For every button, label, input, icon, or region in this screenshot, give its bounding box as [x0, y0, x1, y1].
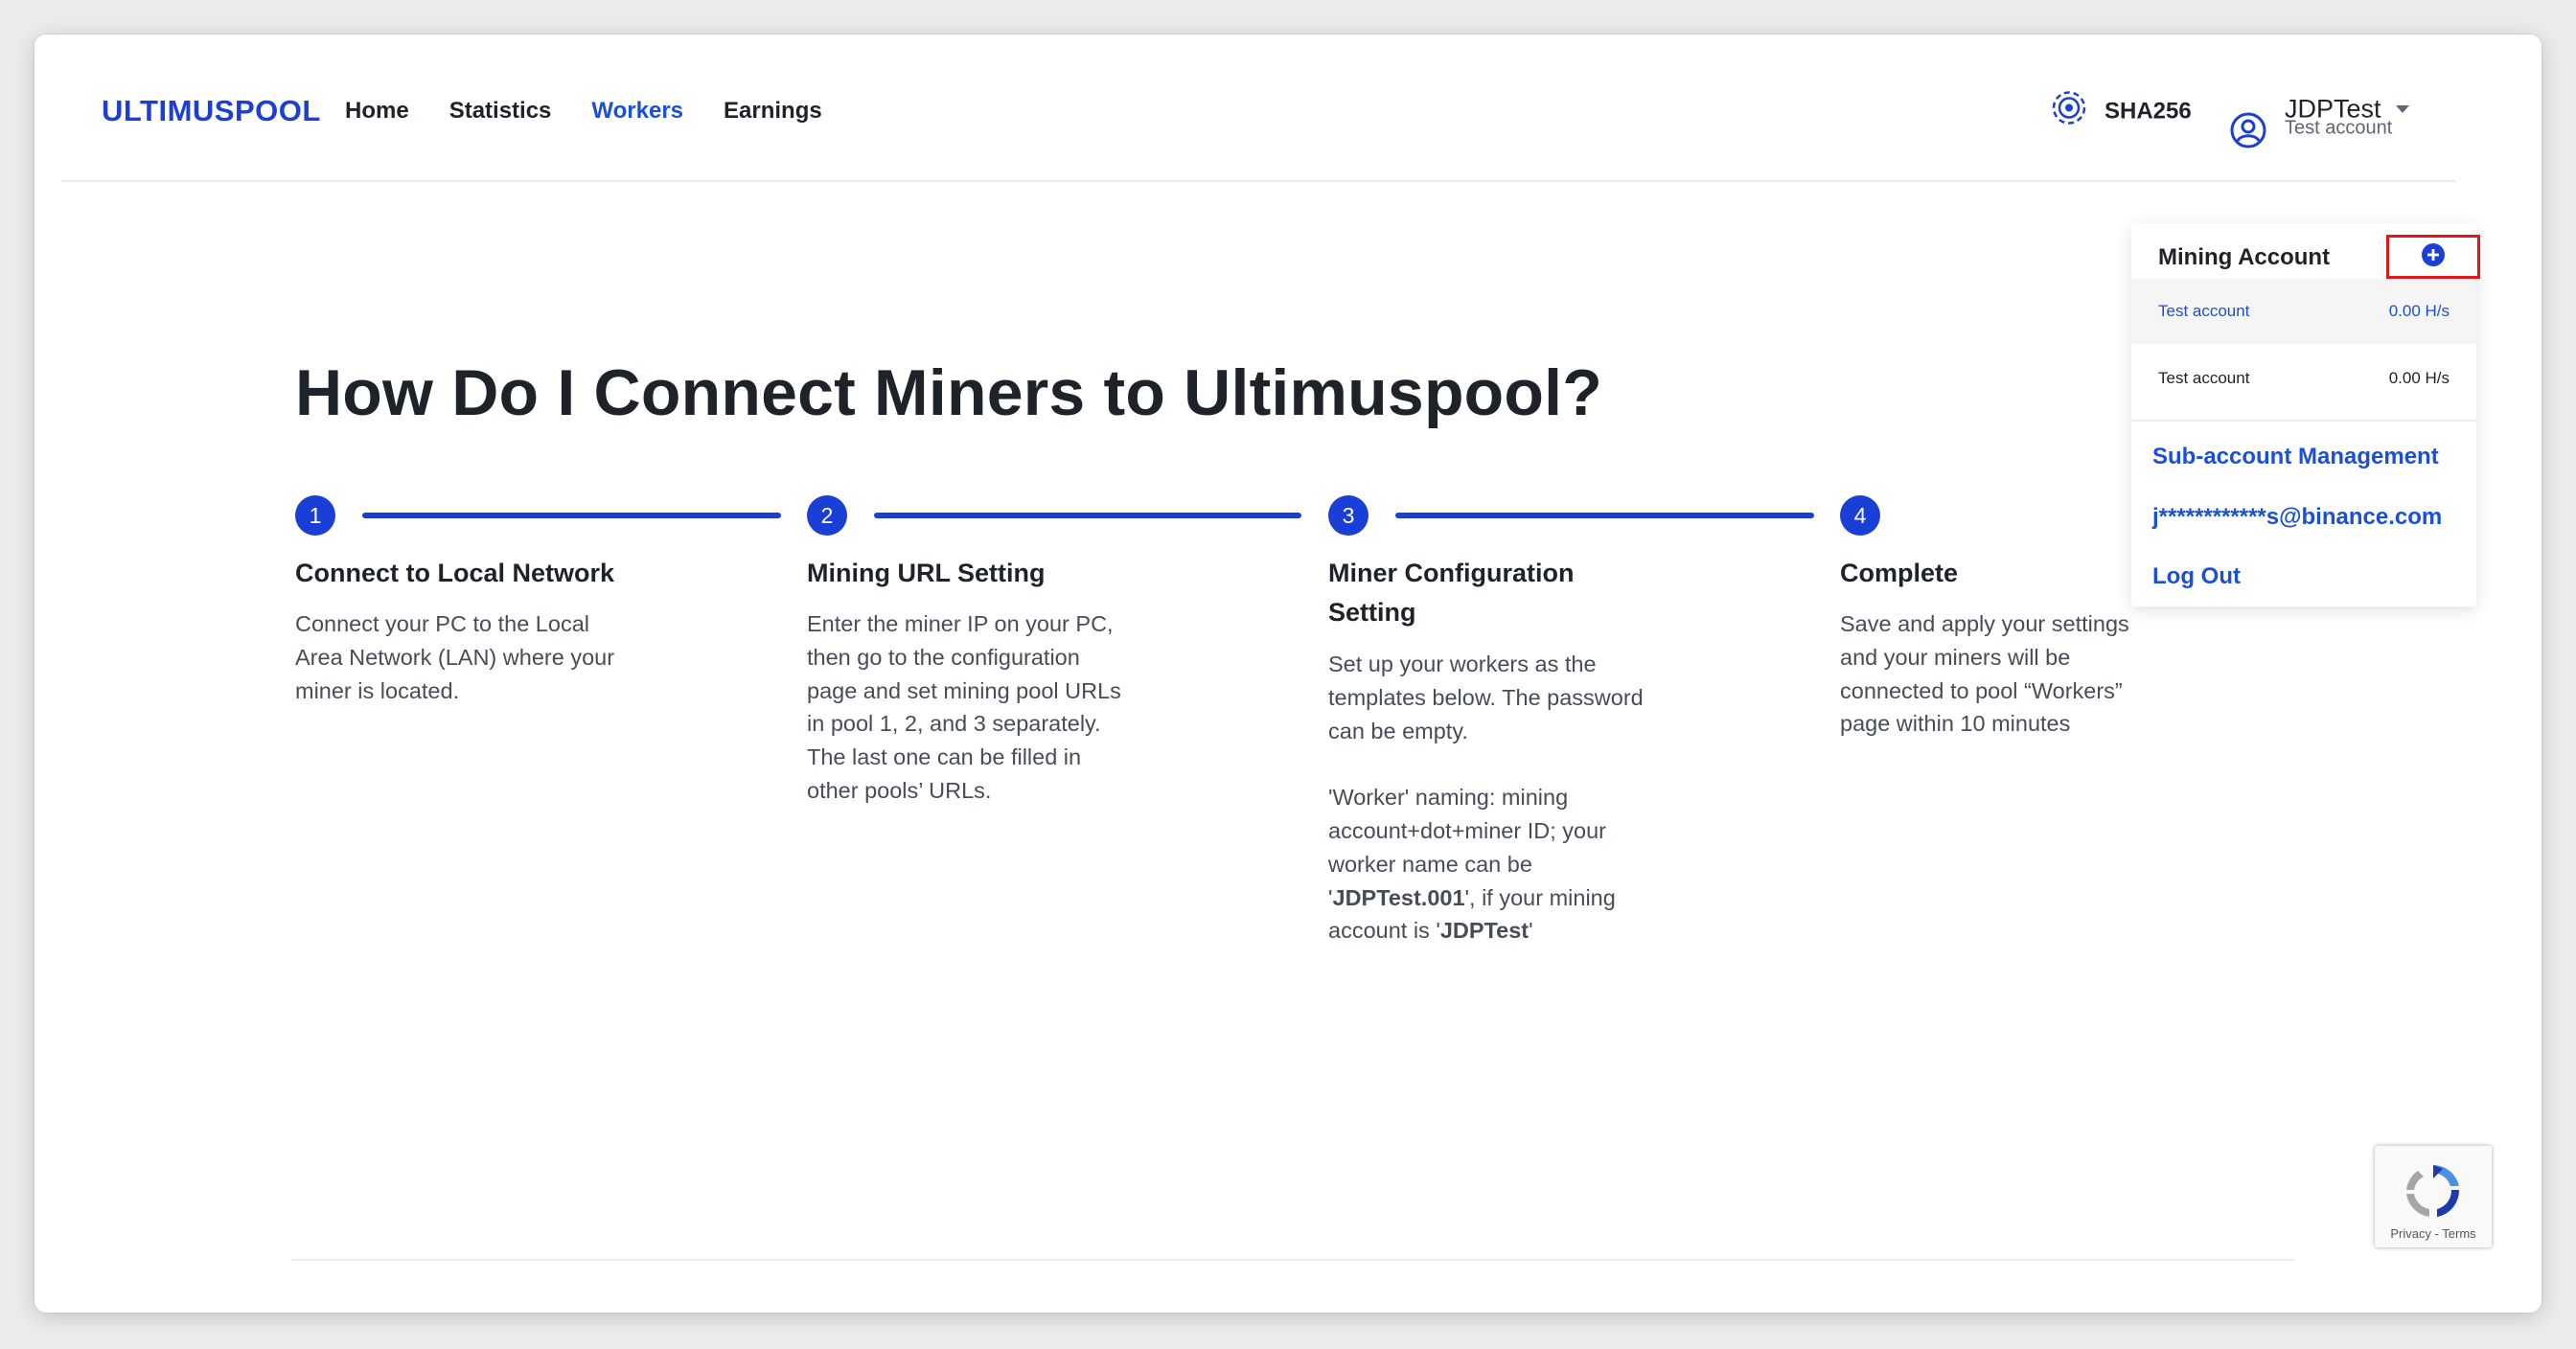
- example-worker-name: JDPTest.001: [1332, 884, 1465, 910]
- step-3-progress-line: [1395, 513, 1814, 518]
- step-1-title: Connect to Local Network: [295, 559, 615, 587]
- mining-account-name: Test account: [2158, 302, 2250, 320]
- step-3-number: 3: [1328, 495, 1368, 536]
- step-4-description: Save and apply your settings and your mi…: [1840, 611, 2129, 737]
- user-menu-toggle[interactable]: JDPTest Test account: [2229, 88, 2421, 184]
- sub-account-management-link[interactable]: Sub-account Management: [2152, 444, 2439, 470]
- dropdown-divider: [2131, 420, 2476, 422]
- step-3-title: Miner Configuration Setting: [1328, 559, 1575, 627]
- nav-workers[interactable]: Workers: [591, 98, 683, 125]
- footer-divider: [291, 1259, 2294, 1261]
- chevron-down-icon: [2396, 105, 2409, 113]
- step-1-description: Connect your PC to the Local Area Networ…: [295, 611, 615, 703]
- step-4-number: 4: [1840, 495, 1880, 536]
- step-1-progress-line: [362, 513, 781, 518]
- site-logo[interactable]: ULTIMUSPOOL: [102, 94, 321, 128]
- nav-earnings[interactable]: Earnings: [724, 98, 822, 125]
- step-2-number: 2: [807, 495, 847, 536]
- add-mining-account-button[interactable]: [2386, 235, 2480, 279]
- page: ULTIMUSPOOL Home Statistics Workers Earn…: [61, 34, 2492, 1274]
- main-nav: Home Statistics Workers Earnings: [345, 98, 822, 125]
- algorithm-icon: [2051, 90, 2087, 133]
- log-out-link[interactable]: Log Out: [2152, 563, 2241, 590]
- mining-account-row[interactable]: Test account 0.00 H/s: [2131, 346, 2476, 411]
- step-2-title: Mining URL Setting: [807, 559, 1046, 587]
- step-1-number: 1: [295, 495, 335, 536]
- step-3-description-templates: Set up your workers as the templates bel…: [1328, 652, 1644, 743]
- nav-home[interactable]: Home: [345, 98, 409, 125]
- top-navigation-bar: ULTIMUSPOOL Home Statistics Workers Earn…: [61, 34, 2455, 182]
- page-title: How Do I Connect Miners to Ultimuspool?: [295, 356, 1602, 429]
- recaptcha-privacy-terms-links[interactable]: Privacy - Terms: [2375, 1226, 2492, 1241]
- step-3-description: Set up your workers as the templates bel…: [1328, 648, 1731, 948]
- account-dropdown-menu: Mining Account Test account 0.00 H/s Tes…: [2131, 223, 2480, 606]
- user-avatar-icon: [2229, 111, 2267, 154]
- recaptcha-badge[interactable]: Privacy - Terms: [2375, 1146, 2492, 1247]
- algorithm-label: SHA256: [2104, 98, 2192, 124]
- current-sub-account: Test account: [2285, 117, 2393, 139]
- recaptcha-icon: [2399, 1159, 2468, 1229]
- plus-circle-icon: [2421, 242, 2446, 272]
- mining-account-name: Test account: [2158, 369, 2250, 387]
- mining-account-hashrate: 0.00 H/s: [2388, 302, 2450, 320]
- example-account-name: JDPTest: [1439, 918, 1530, 944]
- account-email-link[interactable]: j************s@binance.com: [2152, 504, 2442, 531]
- nav-statistics[interactable]: Statistics: [449, 98, 552, 125]
- mining-account-hashrate: 0.00 H/s: [2388, 369, 2450, 387]
- step-3-description-naming-end: ': [1529, 918, 1533, 944]
- step-2-progress-line: [874, 513, 1301, 518]
- step-2-description: Enter the miner IP on your PC, then go t…: [807, 611, 1121, 803]
- browser-window: ULTIMUSPOOL Home Statistics Workers Earn…: [34, 34, 2542, 1313]
- algorithm-selector[interactable]: SHA256: [2051, 90, 2192, 133]
- mining-account-heading: Mining Account: [2158, 244, 2331, 270]
- mining-account-row[interactable]: Test account 0.00 H/s: [2131, 279, 2476, 344]
